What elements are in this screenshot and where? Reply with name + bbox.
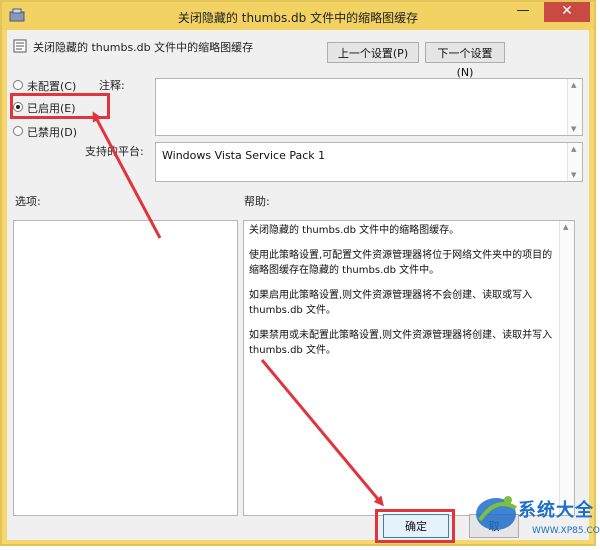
watermark-text: 系统大全 bbox=[518, 500, 594, 521]
annotation-arrows bbox=[92, 111, 384, 507]
watermark-logo-icon bbox=[476, 496, 518, 530]
arrow-to-ok-button bbox=[260, 359, 384, 507]
arrow-to-enabled bbox=[92, 111, 162, 239]
site-watermark: 系统大全 WWW.XP85.COM bbox=[466, 482, 600, 548]
watermark-url: WWW.XP85.COM bbox=[532, 526, 600, 536]
